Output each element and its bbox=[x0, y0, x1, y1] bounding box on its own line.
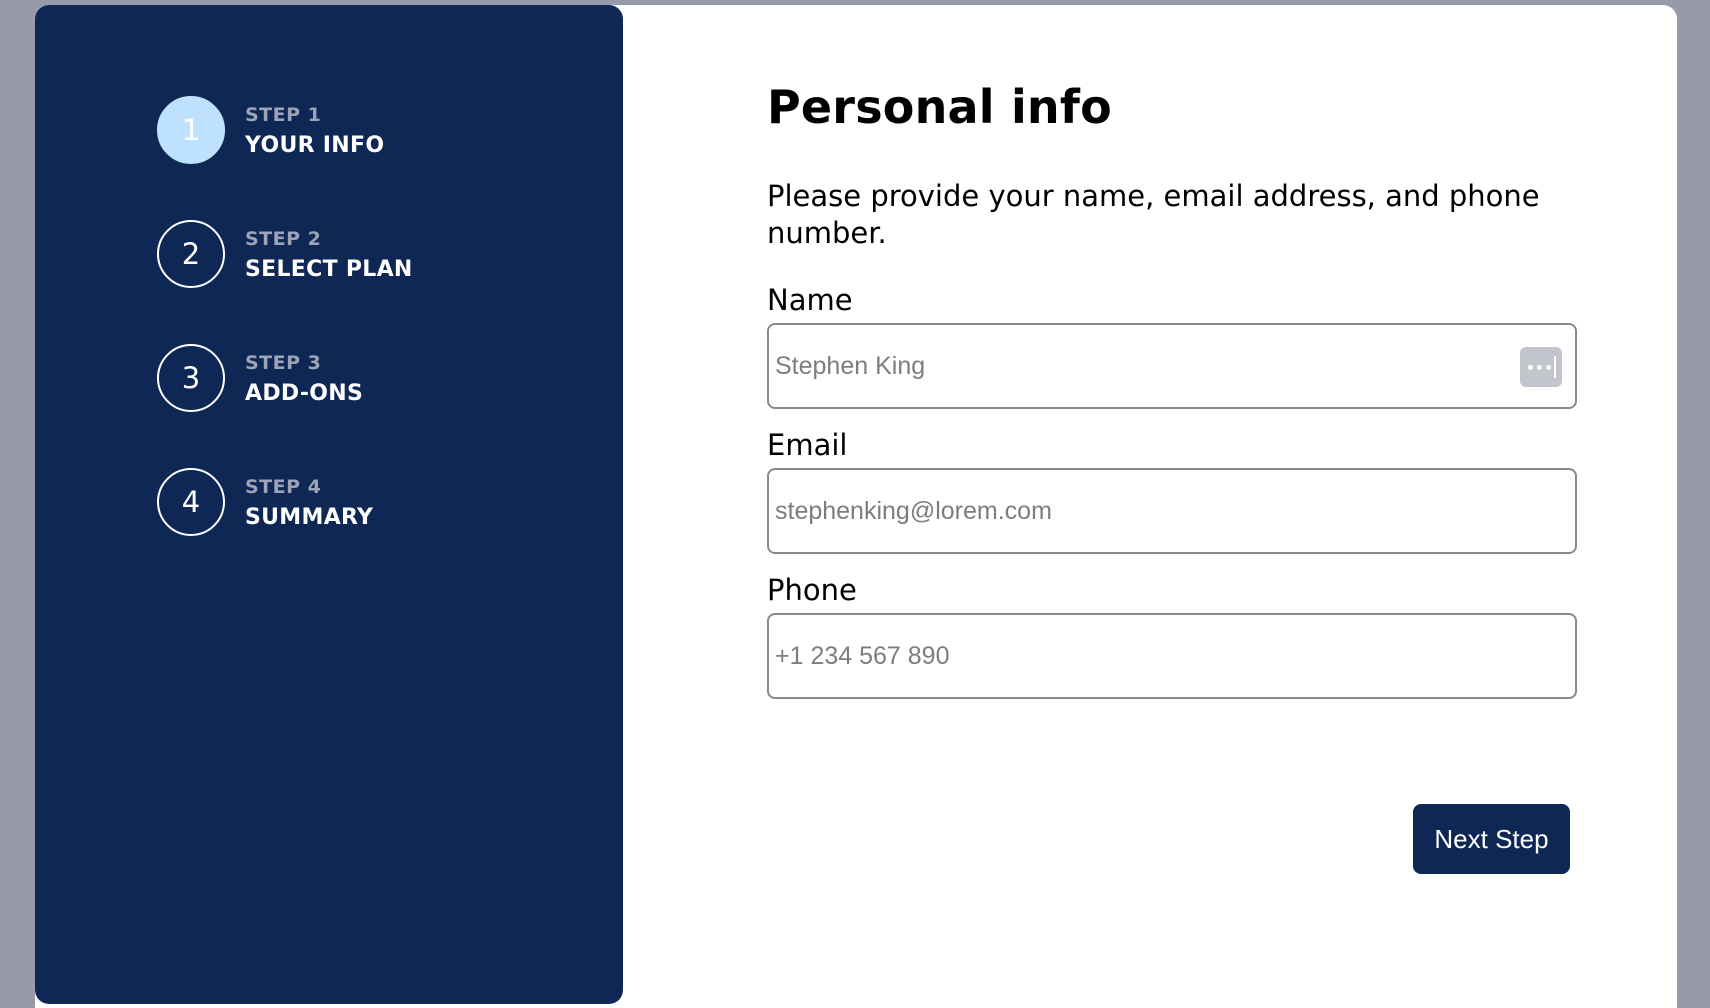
step-4-number-circle: 4 bbox=[157, 468, 225, 536]
step-2-title: SELECT PLAN bbox=[245, 257, 413, 282]
step-3-meta: STEP 3 ADD-ONS bbox=[245, 350, 363, 409]
step-4-meta: STEP 4 SUMMARY bbox=[245, 474, 373, 533]
step-4[interactable]: 4 STEP 4 SUMMARY bbox=[157, 468, 537, 538]
step-3-number-circle: 3 bbox=[157, 344, 225, 412]
step-3[interactable]: 3 STEP 3 ADD-ONS bbox=[157, 344, 537, 414]
steps-sidebar: 1 STEP 1 YOUR INFO 2 STEP 2 SELECT PLAN … bbox=[35, 5, 623, 1004]
step-1-title: YOUR INFO bbox=[245, 133, 385, 158]
step-2-number-circle: 2 bbox=[157, 220, 225, 288]
name-label: Name bbox=[767, 283, 853, 317]
email-input[interactable] bbox=[767, 468, 1577, 554]
step-4-title: SUMMARY bbox=[245, 505, 374, 530]
step-1-meta: STEP 1 YOUR INFO bbox=[245, 102, 384, 161]
page-subtitle: Please provide your name, email address,… bbox=[767, 179, 1540, 250]
phone-input[interactable] bbox=[767, 613, 1577, 699]
name-input[interactable] bbox=[767, 323, 1577, 409]
step-2[interactable]: 2 STEP 2 SELECT PLAN bbox=[157, 220, 537, 290]
step-3-title: ADD-ONS bbox=[245, 381, 364, 406]
keychain-autofill-icon[interactable] bbox=[1520, 347, 1562, 387]
next-step-button[interactable]: Next Step bbox=[1413, 804, 1570, 874]
email-label: Email bbox=[767, 428, 848, 462]
step-3-label: STEP 3 bbox=[245, 352, 322, 374]
step-2-meta: STEP 2 SELECT PLAN bbox=[245, 226, 413, 285]
step-1-label: STEP 1 bbox=[245, 104, 322, 126]
step-1[interactable]: 1 STEP 1 YOUR INFO bbox=[157, 96, 537, 166]
step-4-label: STEP 4 bbox=[245, 476, 322, 498]
step-1-number-circle: 1 bbox=[157, 96, 225, 164]
page-title: Personal info bbox=[767, 80, 1112, 134]
phone-label: Phone bbox=[767, 573, 857, 607]
step-2-label: STEP 2 bbox=[245, 228, 322, 250]
